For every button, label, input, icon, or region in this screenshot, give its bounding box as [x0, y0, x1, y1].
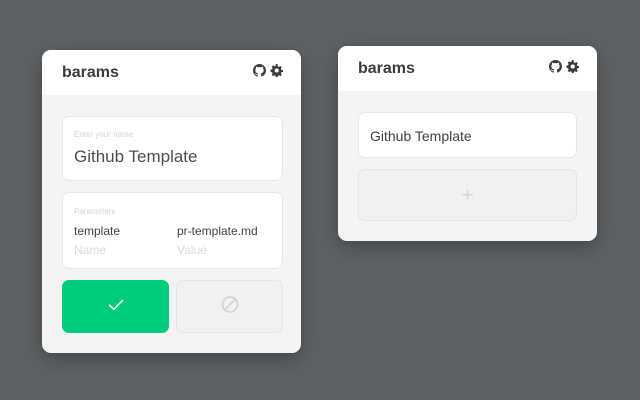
name-field-value[interactable]: Github Template [74, 147, 197, 167]
param-value-input[interactable]: Value [177, 243, 207, 257]
editor-card: barams Enter your name Github Template P… [42, 50, 301, 353]
parameters-panel: Parameters template pr-template.md Name … [62, 192, 283, 269]
template-list-card: barams Github Template + [338, 46, 597, 241]
github-icon[interactable] [253, 64, 266, 77]
add-template-button[interactable]: + [358, 169, 577, 221]
param-name-input[interactable]: Name [74, 243, 106, 257]
card-header: barams [42, 50, 301, 95]
parameters-label: Parameters [74, 207, 116, 216]
template-item[interactable]: Github Template [358, 112, 577, 158]
github-icon[interactable] [549, 60, 562, 73]
gear-icon[interactable] [270, 64, 283, 77]
name-field[interactable]: Enter your name Github Template [62, 116, 283, 181]
card-header: barams [338, 46, 597, 91]
gear-icon[interactable] [566, 60, 579, 73]
cancel-button[interactable] [176, 280, 283, 333]
param-value[interactable]: pr-template.md [177, 224, 258, 238]
ban-icon [221, 295, 239, 318]
header-icons [253, 64, 283, 77]
app-title: barams [62, 64, 119, 81]
name-field-label: Enter your name [74, 130, 134, 139]
confirm-button[interactable] [62, 280, 169, 333]
param-name[interactable]: template [74, 224, 120, 238]
check-icon [108, 298, 124, 316]
app-title: barams [358, 60, 415, 77]
template-item-label: Github Template [370, 128, 472, 144]
header-icons [549, 60, 579, 73]
plus-icon: + [461, 182, 474, 207]
